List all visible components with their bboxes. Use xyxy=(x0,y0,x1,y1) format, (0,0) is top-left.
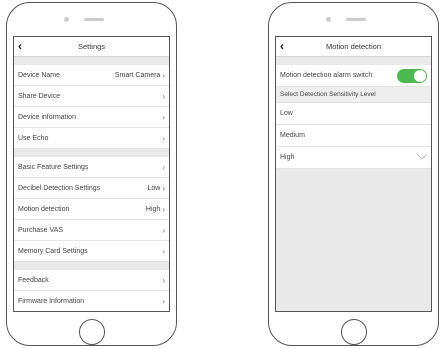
settings-row[interactable]: Memory Card Settings › xyxy=(14,241,169,262)
chevron-right-icon: › xyxy=(162,296,165,306)
chevron-right-icon: › xyxy=(162,133,165,143)
camera-dot xyxy=(64,17,69,22)
home-button[interactable] xyxy=(79,319,105,345)
settings-row-value: Smart Camera xyxy=(114,71,161,79)
settings-row[interactable]: Decibel Detection Settings Low › xyxy=(14,178,169,199)
settings-row-label: Device Name xyxy=(18,71,61,79)
section-gap xyxy=(14,149,169,157)
settings-row-label: Firmware Information xyxy=(18,297,85,305)
sensitivity-level-option[interactable]: Medium xyxy=(276,125,431,147)
back-icon[interactable]: ‹ xyxy=(280,37,284,55)
settings-row[interactable]: Motion detection High › xyxy=(14,199,169,220)
speaker-slot xyxy=(84,18,104,21)
motion-screen: ‹ Motion detection Motion detection alar… xyxy=(275,36,432,312)
settings-row-label: Feedback xyxy=(18,276,49,284)
sensitivity-level-label: High xyxy=(280,154,295,161)
camera-dot xyxy=(326,17,331,22)
speaker-slot xyxy=(346,18,366,21)
toggle-knob xyxy=(414,69,426,82)
chevron-right-icon: › xyxy=(162,183,165,193)
chevron-right-icon: › xyxy=(162,91,165,101)
settings-header: ‹ Settings xyxy=(14,37,169,57)
settings-row[interactable]: Use Echo › xyxy=(14,128,169,149)
section-gap xyxy=(14,57,169,65)
settings-row[interactable]: Feedback › xyxy=(14,270,169,291)
settings-row-label: Use Echo xyxy=(18,134,49,142)
sensitivity-section-title: Select Detection Sensitivity Level xyxy=(276,87,431,103)
chevron-right-icon: › xyxy=(162,204,165,214)
settings-row[interactable]: Device information › xyxy=(14,107,169,128)
back-icon[interactable]: ‹ xyxy=(18,37,22,55)
phone-frame-settings: ‹ Settings Device Name Smart Camera › Share… xyxy=(6,2,177,346)
check-icon xyxy=(417,153,427,162)
section-gap xyxy=(14,262,169,270)
settings-row-label: Purchase VAS xyxy=(18,226,64,234)
settings-row[interactable]: Purchase VAS › xyxy=(14,220,169,241)
chevron-right-icon: › xyxy=(162,112,165,122)
motion-header: ‹ Motion detection xyxy=(276,37,431,57)
page-title: Settings xyxy=(77,42,106,51)
phone-frame-motion: ‹ Motion detection Motion detection alar… xyxy=(268,2,439,346)
settings-row-label: Memory Card Settings xyxy=(18,247,88,255)
sensitivity-title-text: Select Detection Sensitivity Level xyxy=(280,91,376,98)
chevron-right-icon: › xyxy=(162,162,165,172)
alarm-switch-row: Motion detection alarm switch xyxy=(276,65,431,87)
settings-row-label: Basic Feature Settings xyxy=(18,163,89,171)
settings-screen: ‹ Settings Device Name Smart Camera › Share… xyxy=(13,36,170,312)
settings-row-label: Device information xyxy=(18,113,76,121)
sensitivity-level-option[interactable]: Low xyxy=(276,103,431,125)
alarm-switch-label: Motion detection alarm switch xyxy=(280,72,373,79)
chevron-right-icon: › xyxy=(162,225,165,235)
settings-row[interactable]: Basic Feature Settings › xyxy=(14,157,169,178)
chevron-right-icon: › xyxy=(162,275,165,285)
settings-row[interactable]: Share Device › xyxy=(14,86,169,107)
settings-row[interactable]: Firmware Information › xyxy=(14,291,169,311)
sensitivity-level-option[interactable]: High xyxy=(276,147,431,169)
chevron-right-icon: › xyxy=(162,246,165,256)
sensitivity-level-list: Low Medium High xyxy=(276,103,431,169)
settings-row[interactable]: Device Name Smart Camera › xyxy=(14,65,169,86)
sensitivity-level-label: Low xyxy=(280,110,293,117)
home-button[interactable] xyxy=(341,319,367,345)
sensitivity-level-label: Medium xyxy=(280,132,305,139)
settings-row-label: Motion detection xyxy=(18,205,70,213)
settings-row-value: Low xyxy=(147,184,161,192)
chevron-right-icon: › xyxy=(162,70,165,80)
settings-row-value: High xyxy=(145,205,161,213)
section-gap xyxy=(276,57,431,65)
settings-list: Device Name Smart Camera › Share Device › Dev… xyxy=(14,57,169,311)
settings-row-label: Share Device xyxy=(18,92,61,100)
alarm-toggle[interactable] xyxy=(397,68,427,83)
settings-row-label: Decibel Detection Settings xyxy=(18,184,101,192)
page-title: Motion detection xyxy=(325,42,382,51)
